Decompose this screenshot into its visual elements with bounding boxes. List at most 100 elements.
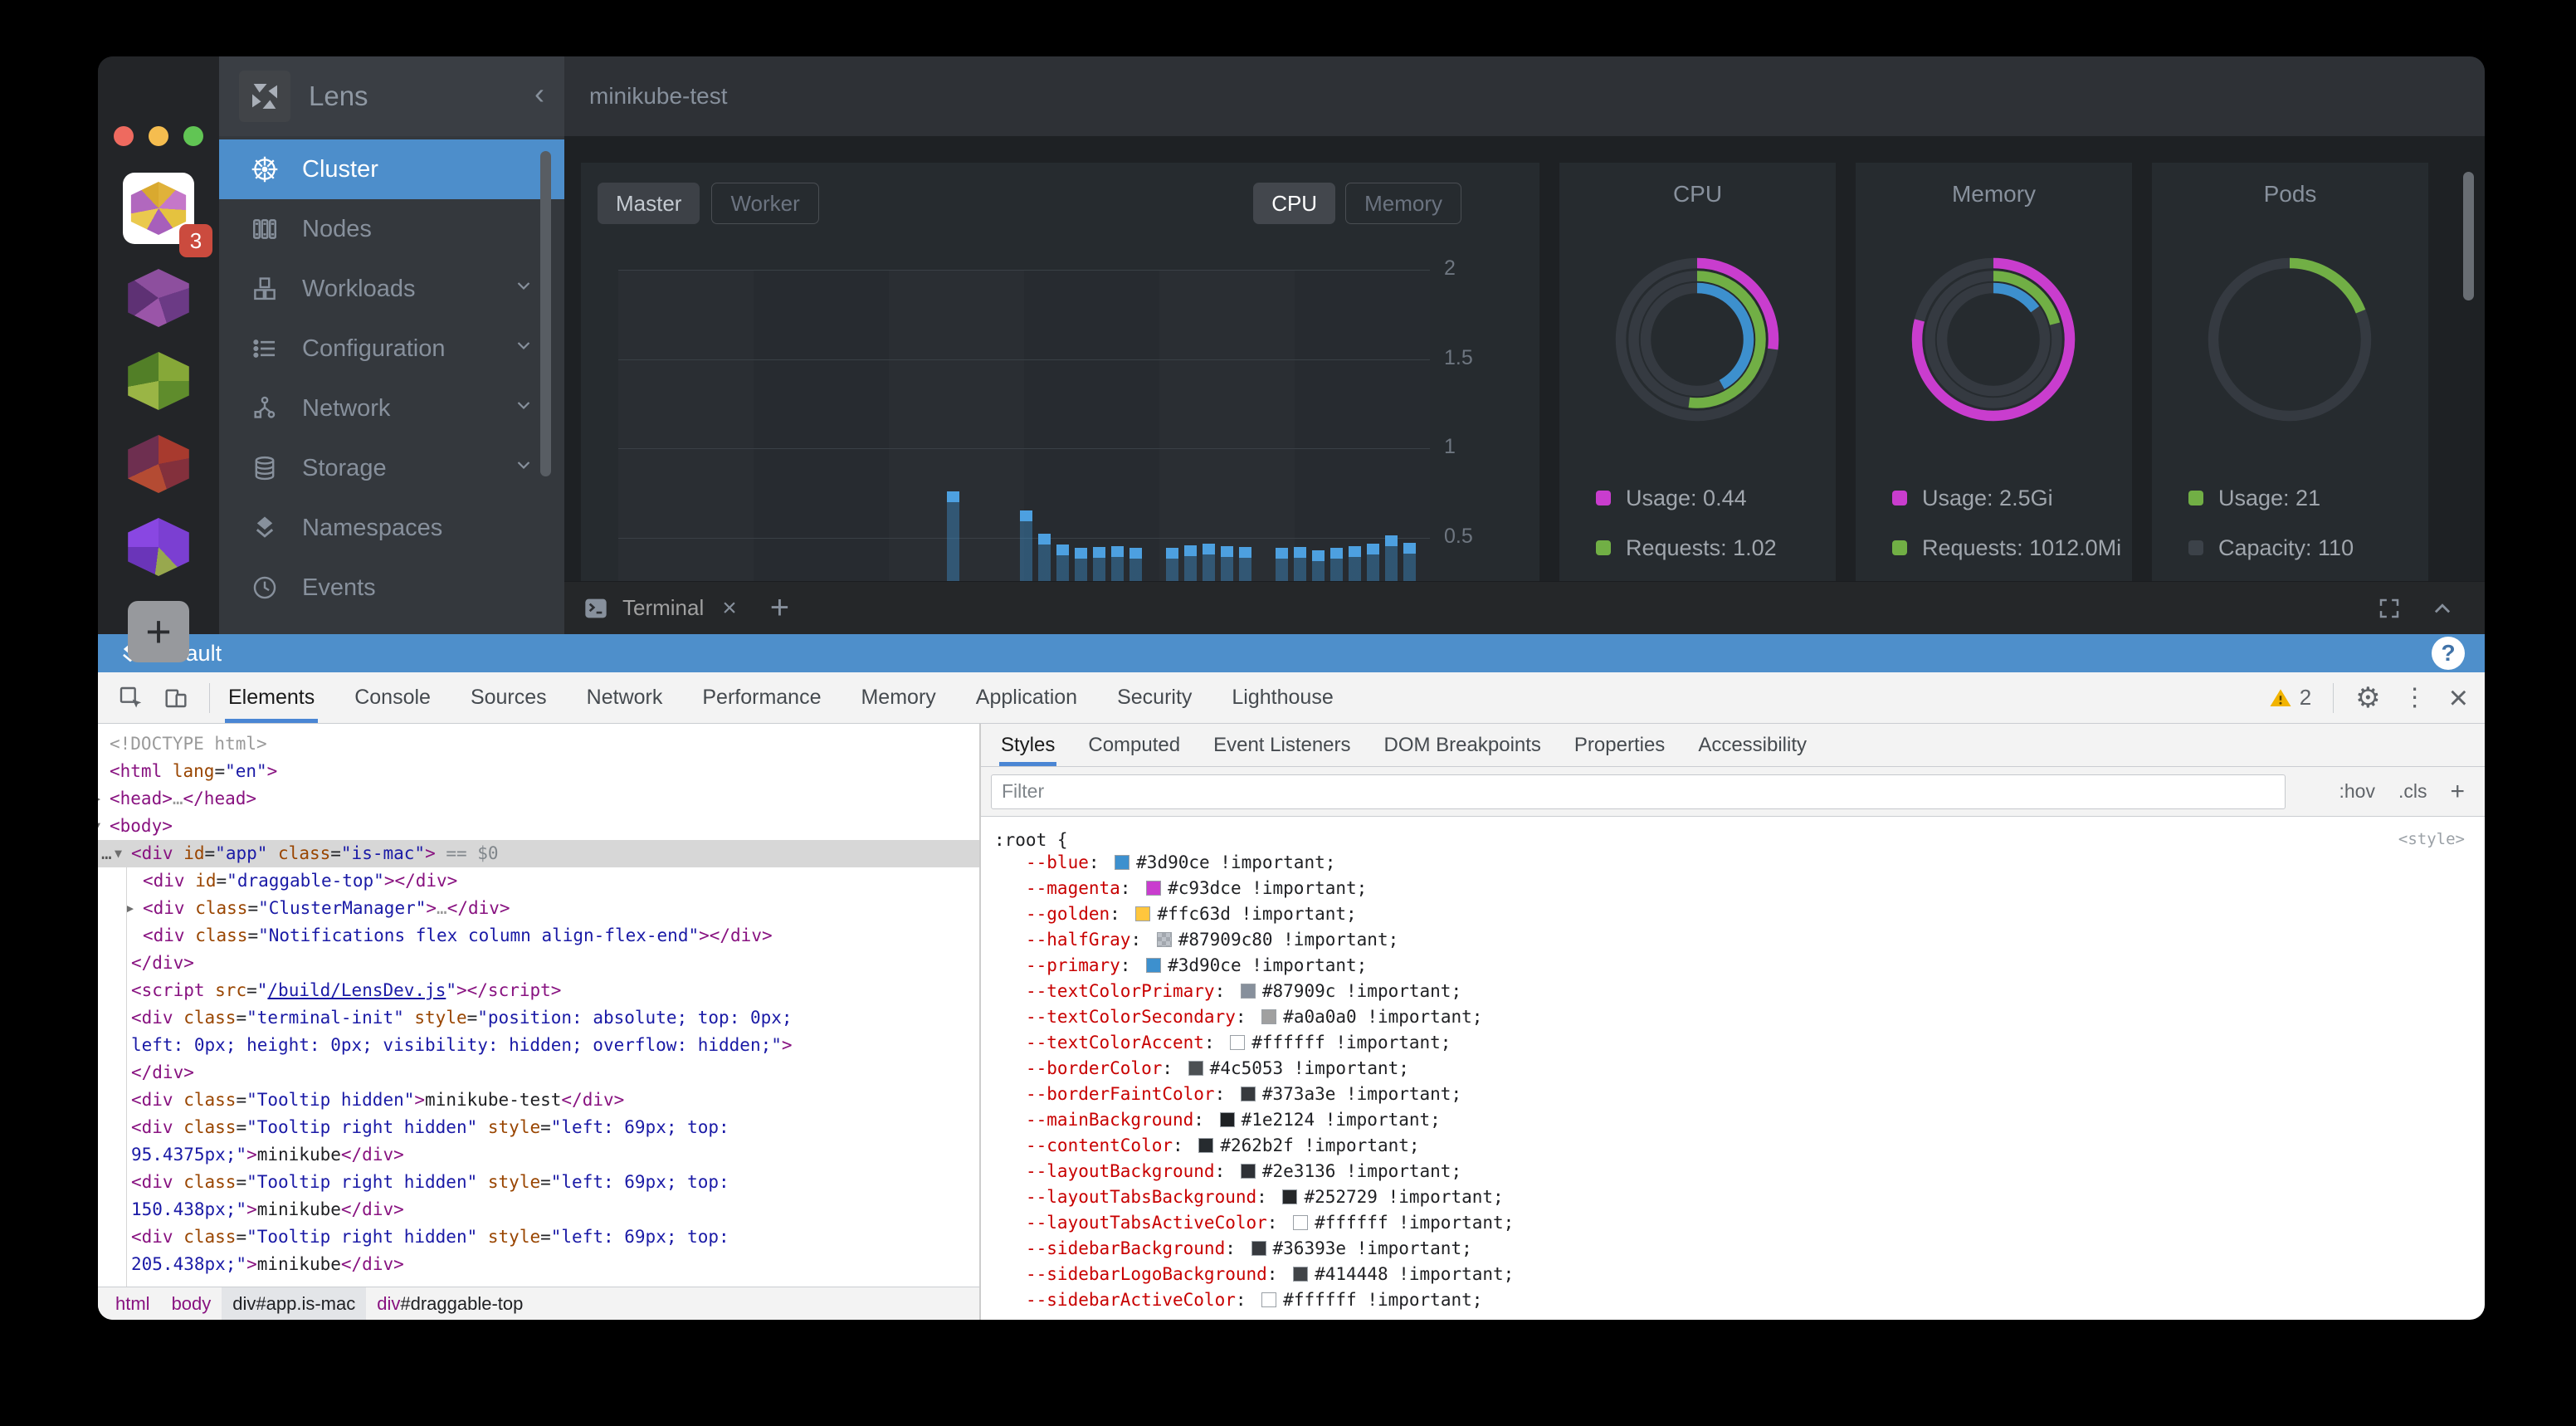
color-swatch[interactable] <box>1241 1087 1256 1101</box>
sidebar-item-workloads[interactable]: Workloads <box>219 259 564 319</box>
devtools-tab-console[interactable]: Console <box>351 672 434 723</box>
css-variable-row[interactable]: --textColorPrimary: #87909c !important; <box>994 979 2465 1004</box>
css-variable-row[interactable]: --sidebarLogoBackground: #414448 !import… <box>994 1262 2465 1287</box>
toggle-classes-button[interactable]: .cls <box>2398 780 2427 803</box>
color-swatch[interactable] <box>1188 1061 1203 1076</box>
css-variable-row[interactable]: --textColorAccent: #ffffff !important; <box>994 1030 2465 1056</box>
color-swatch[interactable] <box>1261 1009 1276 1024</box>
dom-tree-node[interactable]: <div class="terminal-init" style="positi… <box>98 1004 979 1032</box>
devtools-tab-performance[interactable]: Performance <box>699 672 824 723</box>
devtools-tab-security[interactable]: Security <box>1114 672 1195 723</box>
color-swatch[interactable] <box>1282 1189 1297 1204</box>
close-terminal-icon[interactable]: × <box>722 594 737 623</box>
color-swatch[interactable] <box>1146 881 1161 896</box>
color-swatch[interactable] <box>1157 932 1172 947</box>
dom-tree[interactable]: <!DOCTYPE html><html lang="en">▶<head>…<… <box>98 724 979 1287</box>
expand-node-icon[interactable]: ▶ <box>126 895 134 922</box>
cluster-icon-minikube-test[interactable]: 3 <box>123 173 194 244</box>
dom-tree-node[interactable]: <div class="Tooltip right hidden" style=… <box>98 1169 979 1196</box>
terminal-tab[interactable]: Terminal × <box>583 594 737 623</box>
chevron-down-icon[interactable] <box>513 394 534 422</box>
inspect-element-icon[interactable] <box>115 681 148 715</box>
cluster-icon[interactable] <box>125 435 192 493</box>
expand-node-icon[interactable]: ▶ <box>98 785 100 813</box>
css-variable-row[interactable]: --golden: #ffc63d !important; <box>994 901 2465 927</box>
dom-tree-node[interactable]: <div id="draggable-top"></div> <box>98 867 979 895</box>
dom-tree-node[interactable]: <script src="/build/LensDev.js"></script… <box>98 977 979 1004</box>
styles-tab-styles[interactable]: Styles <box>999 724 1056 766</box>
breadcrumb-item[interactable]: div#app.is-mac <box>222 1287 366 1320</box>
css-variable-row[interactable]: --layoutTabsActiveColor: #ffffff !import… <box>994 1210 2465 1236</box>
sidebar-collapse-button[interactable]: ‹ <box>534 79 544 114</box>
namespace-statusbar[interactable]: default ? <box>98 634 2485 672</box>
dom-tree-node[interactable]: <div class="Tooltip right hidden" style=… <box>98 1223 979 1251</box>
dom-tree-node[interactable]: ▶<head>…</head> <box>98 785 979 813</box>
dom-tree-node[interactable]: 150.438px;">minikube</div> <box>98 1196 979 1223</box>
add-cluster-button[interactable]: + <box>128 601 189 662</box>
css-variable-row[interactable]: --primary: #3d90ce !important; <box>994 953 2465 979</box>
color-swatch[interactable] <box>1220 1112 1235 1127</box>
css-variable-row[interactable]: --textColorSecondary: #a0a0a0 !important… <box>994 1004 2465 1030</box>
chevron-down-icon[interactable] <box>513 335 534 363</box>
devtools-tab-lighthouse[interactable]: Lighthouse <box>1228 672 1336 723</box>
devtools-tab-sources[interactable]: Sources <box>467 672 550 723</box>
macos-window-controls[interactable] <box>114 126 203 146</box>
expand-dock-icon[interactable] <box>2377 596 2402 621</box>
help-button[interactable]: ? <box>2432 637 2465 670</box>
css-variable-row[interactable]: --sidebarActiveColor: #ffffff !important… <box>994 1287 2465 1313</box>
warning-badge[interactable]: 2 <box>2268 685 2311 711</box>
css-variable-row[interactable]: --layoutBackground: #2e3136 !important; <box>994 1159 2465 1184</box>
overview-scrollbar[interactable] <box>2463 172 2474 300</box>
css-variable-row[interactable]: --borderColor: #4c5053 !important; <box>994 1056 2465 1082</box>
devtools-tab-memory[interactable]: Memory <box>857 672 939 723</box>
breadcrumb-item[interactable]: div#draggable-top <box>366 1287 534 1320</box>
color-swatch[interactable] <box>1230 1035 1245 1050</box>
css-variable-row[interactable]: --halfGray: #87909c80 !important; <box>994 927 2465 953</box>
chevron-up-icon[interactable] <box>2430 596 2455 621</box>
dom-tree-node[interactable]: ▼<body> <box>98 813 979 840</box>
close-window-button[interactable] <box>114 126 134 146</box>
css-variable-row[interactable]: --contentColor: #262b2f !important; <box>994 1133 2465 1159</box>
metric-tab-cpu[interactable]: CPU <box>1253 183 1335 224</box>
styles-tab-event-listeners[interactable]: Event Listeners <box>1212 724 1352 766</box>
sidebar-item-storage[interactable]: Storage <box>219 438 564 498</box>
minimize-window-button[interactable] <box>149 126 168 146</box>
collapse-node-icon[interactable]: ▼ <box>115 840 122 867</box>
toggle-hover-state-button[interactable]: :hov <box>2339 780 2374 803</box>
sidebar-item-network[interactable]: Network <box>219 378 564 438</box>
dom-tree-node[interactable]: ▶<div class="ClusterManager">…</div> <box>98 895 979 922</box>
css-variable-row[interactable]: --magenta: #c93dce !important; <box>994 876 2465 901</box>
chevron-down-icon[interactable] <box>513 454 534 482</box>
node-tab-worker[interactable]: Worker <box>711 183 818 224</box>
css-variable-row[interactable]: --sidebarBackground: #36393e !important; <box>994 1236 2465 1262</box>
cluster-icon[interactable] <box>125 518 192 576</box>
color-swatch[interactable] <box>1198 1138 1213 1153</box>
color-swatch[interactable] <box>1261 1292 1276 1307</box>
dom-tree-node[interactable]: left: 0px; height: 0px; visibility: hidd… <box>98 1032 979 1059</box>
devtools-tab-network[interactable]: Network <box>583 672 666 723</box>
device-toolbar-icon[interactable] <box>159 681 193 715</box>
sidebar-item-events[interactable]: Events <box>219 558 564 618</box>
breadcrumb-item[interactable]: body <box>161 1287 222 1320</box>
metric-tab-memory[interactable]: Memory <box>1345 183 1461 224</box>
zoom-window-button[interactable] <box>183 126 203 146</box>
dom-tree-node[interactable]: <html lang="en"> <box>98 758 979 785</box>
css-source-link[interactable]: <style> <box>2398 830 2465 850</box>
close-devtools-icon[interactable]: × <box>2449 681 2468 715</box>
settings-gear-icon[interactable]: ⚙ <box>2355 684 2380 712</box>
dom-tree-node[interactable]: <div class="Notifications flex column al… <box>98 922 979 950</box>
devtools-tab-application[interactable]: Application <box>973 672 1081 723</box>
dom-tree-node[interactable]: 95.4375px;">minikube</div> <box>98 1141 979 1169</box>
css-variable-row[interactable]: --blue: #3d90ce !important; <box>994 850 2465 876</box>
breadcrumb-item[interactable]: html <box>105 1287 161 1320</box>
styles-tab-properties[interactable]: Properties <box>1573 724 1666 766</box>
color-swatch[interactable] <box>1146 958 1161 973</box>
color-swatch[interactable] <box>1135 906 1150 921</box>
cluster-icon[interactable] <box>125 352 192 410</box>
color-swatch[interactable] <box>1115 855 1129 870</box>
dom-tree-node[interactable]: 205.438px;">minikube</div> <box>98 1251 979 1278</box>
sidebar-item-namespaces[interactable]: Namespaces <box>219 498 564 558</box>
sidebar-item-configuration[interactable]: Configuration <box>219 319 564 378</box>
dom-tree-node[interactable]: …▼<div id="app" class="is-mac"> == $0 <box>98 840 979 867</box>
dom-tree-node[interactable]: <!DOCTYPE html> <box>98 730 979 758</box>
